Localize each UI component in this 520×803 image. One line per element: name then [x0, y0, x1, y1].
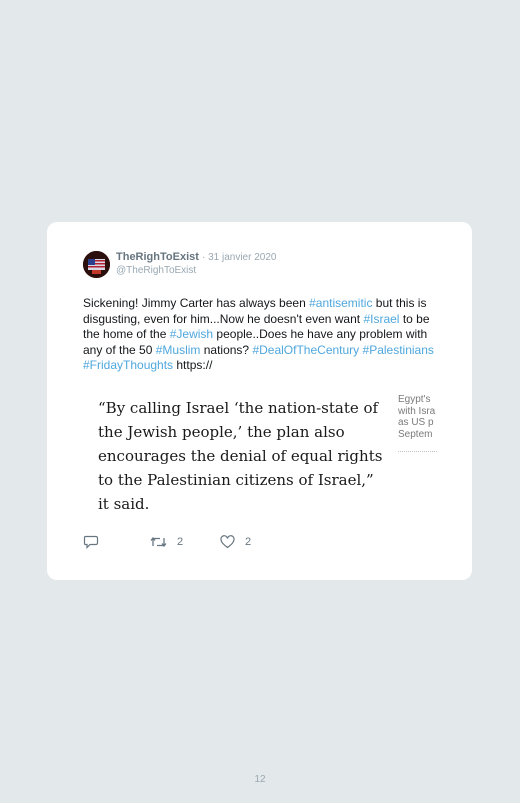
- page-number: 12: [254, 774, 266, 785]
- retweet-button[interactable]: 2: [150, 535, 183, 549]
- tweet-text: Sickening! Jimmy Carter has always been …: [83, 296, 441, 374]
- retweet-count: 2: [177, 536, 184, 548]
- hashtag-link[interactable]: #Palestinians: [363, 343, 434, 357]
- quote-text: “By calling Israel ‘the nation-state of …: [98, 399, 383, 513]
- hashtag-link[interactable]: #DealOfTheCentury: [252, 343, 359, 357]
- author-name[interactable]: TheRighToExist: [116, 251, 199, 263]
- reply-icon: [83, 535, 99, 549]
- hashtag-link[interactable]: #antisemitic: [309, 296, 372, 310]
- hashtag-link[interactable]: #FridayThoughts: [83, 358, 173, 372]
- like-button[interactable]: 2: [220, 535, 251, 549]
- reply-button[interactable]: [83, 535, 99, 549]
- like-count: 2: [245, 536, 252, 548]
- tweet-actions: 2 2: [83, 535, 283, 551]
- hashtag-link[interactable]: #Muslim: [156, 343, 201, 357]
- side-text-line: with Isra: [398, 405, 436, 417]
- side-text-line: as US p: [398, 417, 434, 428]
- hashtag-link[interactable]: #Jewish: [170, 327, 213, 341]
- flag-avatar-icon: [83, 251, 110, 278]
- tweet-text-segment: Sickening! Jimmy Carter has always been: [83, 296, 310, 310]
- side-text-line: Septem: [398, 428, 433, 440]
- hashtag-link[interactable]: #Israel: [363, 312, 399, 326]
- heart-icon: [220, 535, 235, 549]
- author-line[interactable]: TheRighToExist · 31 janvier 2020: [116, 251, 276, 263]
- tweet-text-segment: nations?: [200, 342, 253, 357]
- cropped-side-text: Egypt's with Isra as US p Septem: [398, 394, 437, 452]
- retweet-icon: [150, 536, 167, 548]
- tweet-text-segment: https://: [173, 358, 213, 372]
- tweet-date[interactable]: · 31 janvier 2020: [202, 252, 277, 263]
- tweet-card: TheRighToExist · 31 janvier 2020 @TheRig…: [47, 222, 472, 580]
- side-text-line: Egypt's: [398, 394, 431, 405]
- avatar[interactable]: [83, 251, 110, 278]
- author-handle[interactable]: @TheRighToExist: [116, 265, 196, 276]
